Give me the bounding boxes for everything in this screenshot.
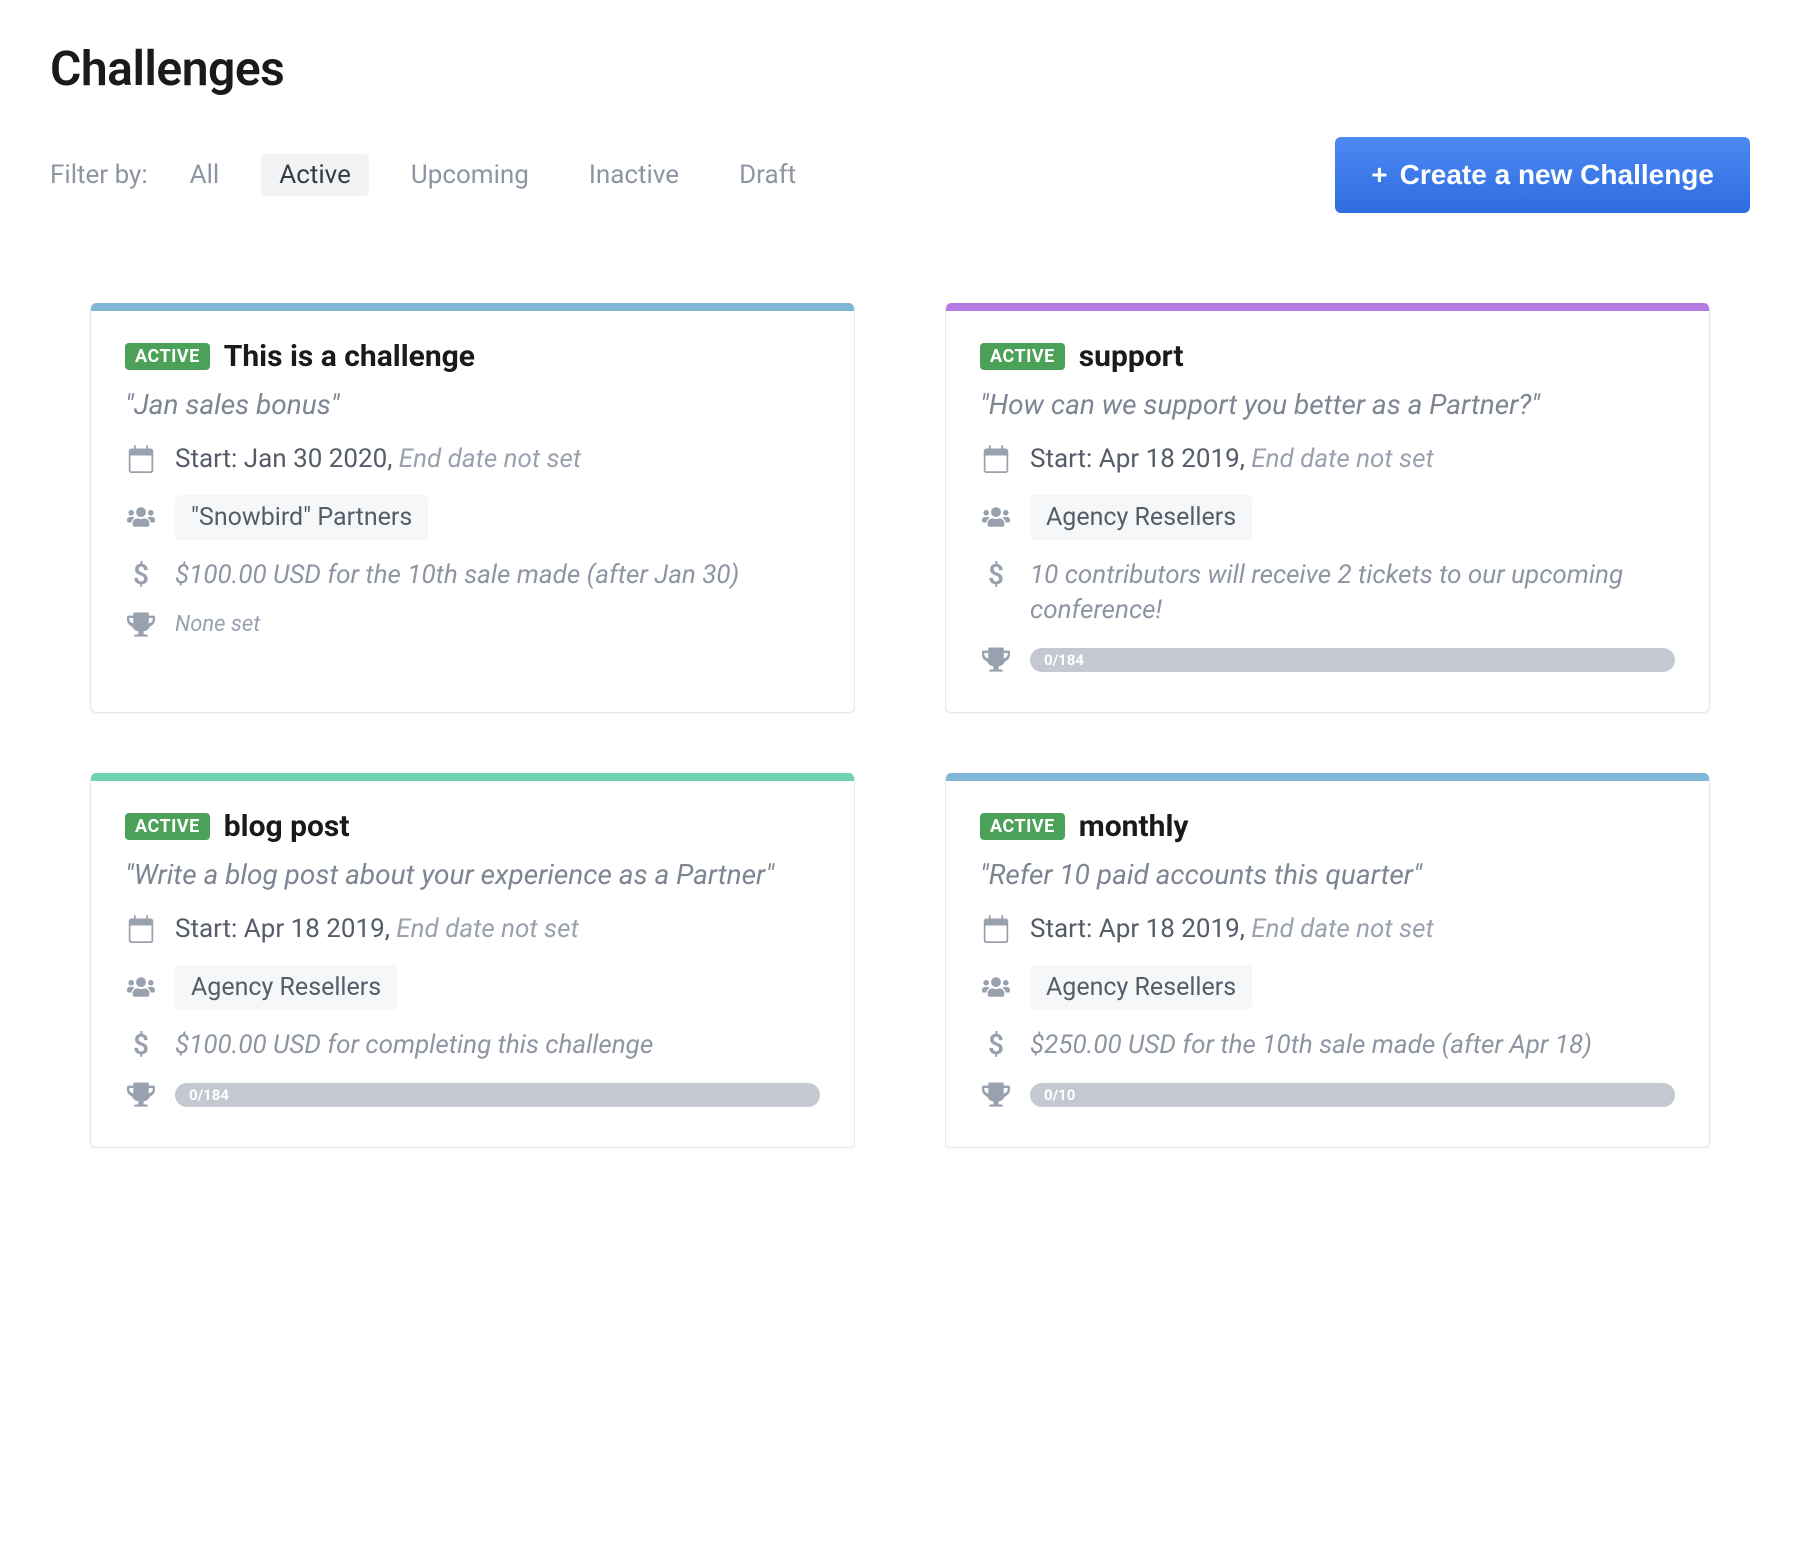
filter-all[interactable]: All — [172, 154, 238, 196]
users-icon — [125, 503, 157, 531]
card-stripe — [946, 303, 1709, 311]
challenge-card[interactable]: ACTIVE This is a challenge "Jan sales bo… — [90, 303, 855, 713]
card-stripe — [91, 303, 854, 311]
group-pill: Agency Resellers — [1030, 965, 1252, 1010]
cards-grid: ACTIVE This is a challenge "Jan sales bo… — [90, 303, 1710, 1148]
card-body: ACTIVE monthly "Refer 10 paid accounts t… — [946, 781, 1709, 1147]
start-date: Start: Apr 18 2019, — [1030, 914, 1245, 944]
end-date: End date not set — [399, 444, 581, 474]
reward-text: $100.00 USD for the 10th sale made (afte… — [175, 558, 739, 593]
end-date: End date not set — [1251, 444, 1433, 474]
progress-value: 0/10 — [1044, 1086, 1075, 1104]
trophy-icon — [125, 1081, 157, 1109]
filter-inactive[interactable]: Inactive — [571, 154, 697, 196]
filter-draft[interactable]: Draft — [721, 154, 814, 196]
filter-section: Filter by: All Active Upcoming Inactive … — [50, 154, 814, 196]
progress-bar: 0/184 — [1030, 648, 1675, 672]
card-title: blog post — [224, 809, 350, 844]
page-title: Challenges — [50, 40, 1750, 97]
progress-value: 0/184 — [1044, 651, 1084, 669]
card-title: support — [1079, 339, 1184, 374]
card-stripe — [91, 773, 854, 781]
status-badge: ACTIVE — [980, 813, 1065, 840]
filter-label: Filter by: — [50, 160, 148, 190]
status-badge: ACTIVE — [125, 343, 210, 370]
progress-bar: 0/10 — [1030, 1083, 1675, 1107]
plus-icon: + — [1371, 161, 1387, 189]
card-subtitle: "Refer 10 paid accounts this quarter" — [980, 856, 1675, 894]
filter-upcoming[interactable]: Upcoming — [393, 154, 547, 196]
card-body: ACTIVE support "How can we support you b… — [946, 311, 1709, 712]
group-pill: "Snowbird" Partners — [175, 495, 428, 540]
card-title: This is a challenge — [224, 339, 475, 374]
calendar-icon — [980, 445, 1012, 473]
progress-value: 0/184 — [189, 1086, 229, 1104]
card-subtitle: "Jan sales bonus" — [125, 386, 820, 424]
group-pill: Agency Resellers — [1030, 495, 1252, 540]
dollar-icon: $ — [125, 1028, 157, 1061]
challenge-card[interactable]: ACTIVE monthly "Refer 10 paid accounts t… — [945, 773, 1710, 1148]
header-row: Filter by: All Active Upcoming Inactive … — [50, 137, 1750, 213]
reward-text: $100.00 USD for completing this challeng… — [175, 1028, 653, 1063]
create-button-label: Create a new Challenge — [1400, 159, 1714, 191]
dollar-icon: $ — [980, 558, 1012, 591]
calendar-icon — [125, 915, 157, 943]
start-date: Start: Apr 18 2019, — [175, 914, 390, 944]
card-stripe — [946, 773, 1709, 781]
card-title: monthly — [1079, 809, 1189, 844]
dollar-icon: $ — [980, 1028, 1012, 1061]
trophy-none: None set — [175, 612, 260, 637]
card-body: ACTIVE This is a challenge "Jan sales bo… — [91, 311, 854, 677]
start-date: Start: Jan 30 2020, — [175, 444, 392, 474]
trophy-icon — [125, 611, 157, 639]
reward-text: $250.00 USD for the 10th sale made (afte… — [1030, 1028, 1592, 1063]
challenge-card[interactable]: ACTIVE blog post "Write a blog post abou… — [90, 773, 855, 1148]
filter-active[interactable]: Active — [261, 154, 369, 196]
status-badge: ACTIVE — [980, 343, 1065, 370]
start-date: Start: Apr 18 2019, — [1030, 444, 1245, 474]
card-subtitle: "Write a blog post about your experience… — [125, 856, 820, 894]
reward-text: 10 contributors will receive 2 tickets t… — [1030, 558, 1675, 628]
card-body: ACTIVE blog post "Write a blog post abou… — [91, 781, 854, 1147]
users-icon — [125, 973, 157, 1001]
calendar-icon — [125, 445, 157, 473]
calendar-icon — [980, 915, 1012, 943]
users-icon — [980, 503, 1012, 531]
trophy-icon — [980, 1081, 1012, 1109]
progress-bar: 0/184 — [175, 1083, 820, 1107]
card-subtitle: "How can we support you better as a Part… — [980, 386, 1675, 424]
status-badge: ACTIVE — [125, 813, 210, 840]
dollar-icon: $ — [125, 558, 157, 591]
trophy-icon — [980, 646, 1012, 674]
group-pill: Agency Resellers — [175, 965, 397, 1010]
create-challenge-button[interactable]: + Create a new Challenge — [1335, 137, 1750, 213]
users-icon — [980, 973, 1012, 1001]
challenge-card[interactable]: ACTIVE support "How can we support you b… — [945, 303, 1710, 713]
end-date: End date not set — [1251, 914, 1433, 944]
end-date: End date not set — [396, 914, 578, 944]
